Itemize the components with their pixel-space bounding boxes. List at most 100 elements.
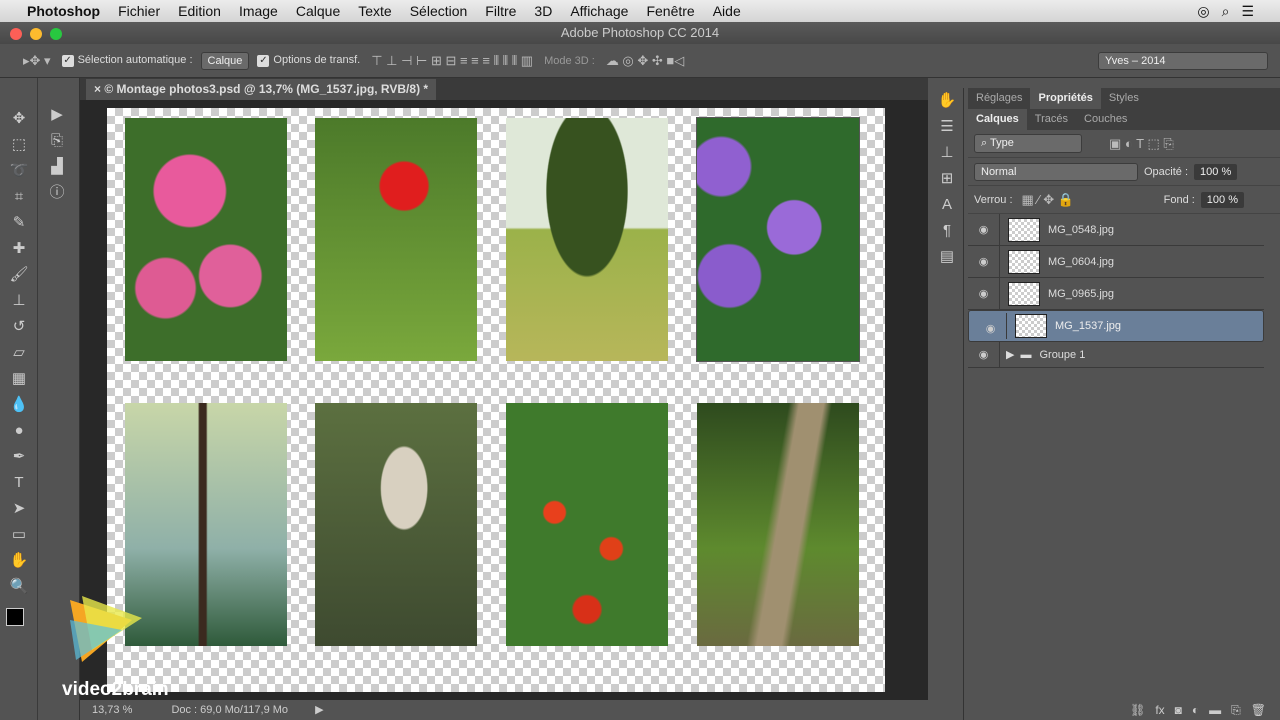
menu-affichage[interactable]: Affichage [561, 3, 637, 19]
layer-filter-dropdown[interactable]: ⌕ Type [974, 134, 1082, 153]
paragraph-styles-icon[interactable]: ⊞ [930, 166, 964, 192]
brush-presets-icon[interactable]: ✋ [930, 88, 964, 114]
menu-filtre[interactable]: Filtre [476, 3, 525, 19]
move-tool-preset-icon[interactable]: ▸✥ ▾ [20, 53, 54, 69]
adjustment-icon[interactable]: ◐ [1192, 700, 1199, 720]
transform-label: Options de transf. [273, 54, 361, 66]
photo-rhododendron [125, 118, 287, 361]
zoom-tool-icon[interactable]: 🔍 [0, 574, 38, 600]
clone-source-icon[interactable]: ⊥ [930, 140, 964, 166]
info-panel-icon[interactable]: ⓘ [38, 180, 76, 206]
eye-icon[interactable]: ◉ [968, 342, 1000, 367]
dodge-tool-icon[interactable]: ● [0, 418, 38, 444]
tab-calques[interactable]: Calques [968, 109, 1027, 130]
brush-settings-icon[interactable]: ☰ [930, 114, 964, 140]
panel-icon-column: ✋ ☰ ⊥ ⊞ A ¶ ▤ [930, 88, 964, 720]
link-icon[interactable]: ⛓ [1130, 700, 1145, 720]
menu-edition[interactable]: Edition [169, 3, 230, 19]
status-menu-arrow-icon[interactable]: ▶ [315, 704, 323, 716]
options-bar: ▸✥ ▾ ✓ Sélection automatique : Calque ✓ Op… [0, 44, 1280, 78]
actions-panel-icon[interactable]: ▶ [38, 102, 76, 128]
tab-reglages[interactable]: Réglages [968, 88, 1030, 109]
menu-texte[interactable]: Texte [349, 3, 400, 19]
paragraph-panel-icon[interactable]: ¶ [930, 218, 964, 244]
notes-panel-icon[interactable]: ▤ [930, 244, 964, 270]
eye-icon[interactable]: ◉ [968, 214, 1000, 245]
menu-image[interactable]: Image [230, 3, 287, 19]
marquee-tool-icon[interactable]: ⬚ [0, 132, 38, 158]
path-select-tool-icon[interactable]: ➤ [0, 496, 38, 522]
blur-tool-icon[interactable]: 💧 [0, 392, 38, 418]
workspace-dropdown[interactable]: Yves – 2014 [1098, 51, 1268, 70]
group-row[interactable]: ◉ ▶ ▬ Groupe 1 [968, 342, 1264, 368]
document-tab-label: © Montage photos3.psd @ 13,7% (MG_1537.j… [104, 82, 429, 96]
zoom-window-button[interactable] [50, 28, 62, 40]
lasso-tool-icon[interactable]: ➰ [0, 158, 38, 184]
stamp-tool-icon[interactable]: ⊥ [0, 288, 38, 314]
auto-select-dropdown[interactable]: Calque [200, 51, 250, 70]
eyedropper-tool-icon[interactable]: ✎ [0, 210, 38, 236]
lock-icons[interactable]: ▦ ⁄ ✥ 🔒 [1019, 192, 1077, 208]
histogram-panel-icon[interactable]: ▟ [38, 154, 76, 180]
menu-aide[interactable]: Aide [704, 3, 750, 19]
tab-proprietes[interactable]: Propriétés [1030, 88, 1101, 109]
tab-traces[interactable]: Tracés [1027, 109, 1076, 130]
menu-bar: Photoshop Fichier Edition Image Calque T… [0, 0, 1280, 22]
history-brush-icon[interactable]: ↺ [0, 314, 38, 340]
eye-icon[interactable]: ◉ [968, 278, 1000, 309]
opacity-input[interactable]: 100 % [1194, 163, 1238, 180]
eye-icon[interactable]: ◉ [968, 246, 1000, 277]
minimize-window-button[interactable] [30, 28, 42, 40]
layer-row-selected[interactable]: ◉ MG_1537.jpg [968, 310, 1264, 342]
menu-photoshop[interactable]: Photoshop [18, 3, 109, 19]
type-tool-icon[interactable]: T [0, 470, 38, 496]
menu-3d[interactable]: 3D [525, 3, 561, 19]
tab-couches[interactable]: Couches [1076, 109, 1135, 130]
new-group-icon[interactable]: ▬ [1209, 700, 1221, 720]
filter-type-icons[interactable]: ▣ ◐ T ⬚ ⎘ [1106, 136, 1177, 152]
shape-tool-icon[interactable]: ▭ [0, 522, 38, 548]
close-window-button[interactable] [10, 28, 22, 40]
status-icons[interactable]: ◎⌕☰ [1197, 3, 1280, 20]
character-panel-icon[interactable]: A [930, 192, 964, 218]
blend-mode-dropdown[interactable]: Normal [974, 162, 1138, 181]
menu-fenetre[interactable]: Fenêtre [637, 3, 703, 19]
trash-icon[interactable]: 🗑 [1251, 700, 1266, 720]
align-icons[interactable]: ⊤ ⊥ ⊣ ⊢ ⊞ ⊟ ≡ ≡ ≡ ⫴ ⫴ ⫴ ▥ [368, 53, 536, 69]
pen-tool-icon[interactable]: ✒ [0, 444, 38, 470]
transform-controls-checkbox[interactable]: ✓ Options de transf. [257, 54, 360, 67]
hand-tool-icon[interactable]: ✋ [0, 548, 38, 574]
move-tool-icon[interactable]: ✥ [0, 106, 38, 132]
menu-selection[interactable]: Sélection [401, 3, 477, 19]
gradient-tool-icon[interactable]: ▦ [0, 366, 38, 392]
photo-mushrooms [315, 403, 477, 646]
auto-select-checkbox[interactable]: ✓ Sélection automatique : [61, 54, 193, 67]
doc-size: Doc : 69,0 Mo/117,9 Mo [171, 704, 289, 716]
close-tab-icon[interactable]: × [94, 82, 104, 96]
history-panel-icon[interactable]: ⎘ [38, 128, 76, 154]
layer-filter-value: Type [990, 137, 1014, 149]
3d-tools-icons[interactable]: ☁ ◎ ✥ ✣ ■◁ [603, 53, 687, 69]
brush-tool-icon[interactable]: 🖌 [0, 262, 38, 288]
zoom-level[interactable]: 13,73 % [92, 704, 132, 716]
status-bar: 13,73 % Doc : 69,0 Mo/117,9 Mo ▶ [80, 700, 928, 720]
eye-icon[interactable]: ◉ [975, 313, 1007, 339]
fill-input[interactable]: 100 % [1200, 191, 1244, 208]
new-layer-icon[interactable]: ⎘ [1231, 700, 1241, 720]
menu-fichier[interactable]: Fichier [109, 3, 169, 19]
layer-row[interactable]: ◉ MG_0965.jpg [968, 278, 1264, 310]
mode-3d-label: Mode 3D : [544, 54, 595, 67]
document-tab[interactable]: × © Montage photos3.psd @ 13,7% (MG_1537… [86, 79, 436, 100]
tab-styles[interactable]: Styles [1101, 88, 1147, 109]
layer-row[interactable]: ◉ MG_0548.jpg [968, 214, 1264, 246]
eraser-tool-icon[interactable]: ▱ [0, 340, 38, 366]
menu-calque[interactable]: Calque [287, 3, 349, 19]
crop-tool-icon[interactable]: ⌗ [0, 184, 38, 210]
document-canvas[interactable] [107, 108, 885, 692]
healing-tool-icon[interactable]: ✚ [0, 236, 38, 262]
fx-icon[interactable]: fx [1155, 700, 1164, 720]
layer-row[interactable]: ◉ MG_0604.jpg [968, 246, 1264, 278]
mask-icon[interactable]: ◙ [1175, 700, 1182, 720]
expand-arrow-icon[interactable]: ▶ [1006, 348, 1014, 361]
foreground-color-swatch[interactable] [6, 608, 24, 626]
